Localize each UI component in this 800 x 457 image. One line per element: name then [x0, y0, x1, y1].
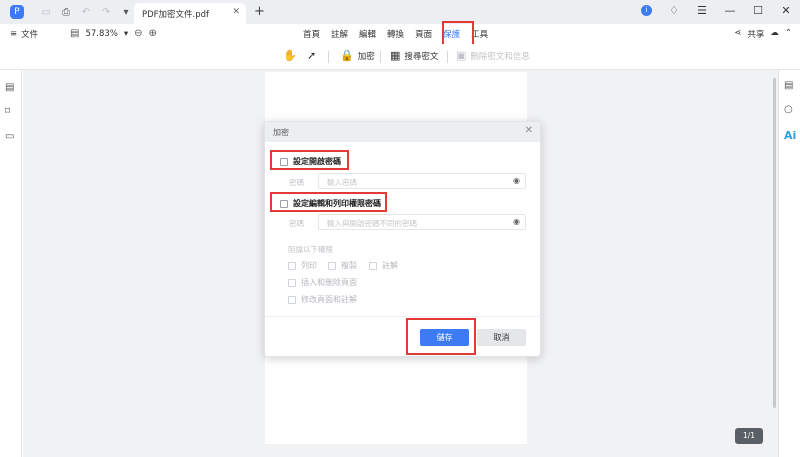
document-tab[interactable]: PDF加密文件.pdf ✕ — [134, 3, 246, 24]
window-controls: i ♢ ☰ — ☐ ✕ — [641, 4, 792, 17]
redact-label: 搜尋密文 — [404, 51, 439, 62]
print-permission-checkbox[interactable]: 列印 — [288, 260, 317, 271]
dialog-footer-divider — [265, 316, 542, 317]
checkbox-box[interactable] — [369, 261, 377, 270]
menu-icon[interactable]: ☰ — [696, 4, 708, 17]
remove-redaction-label: 刪除密文和信息 — [470, 51, 530, 62]
undo-icon[interactable]: ↶ — [80, 7, 92, 18]
minimize-icon[interactable]: — — [724, 4, 736, 17]
toolbar-divider — [380, 51, 381, 63]
open-password-highlight — [270, 150, 349, 170]
insert-delete-pages-checkbox[interactable]: 插入和刪除頁面 — [288, 277, 357, 288]
tab-annotate[interactable]: 註解 — [331, 28, 348, 40]
collapse-icon[interactable]: ⌃ — [785, 28, 792, 40]
annotate-permission-checkbox[interactable]: 註解 — [369, 260, 398, 271]
hand-tool[interactable]: ✋ — [283, 49, 297, 62]
zoom-value[interactable]: 57.83% — [85, 29, 117, 39]
ai-assistant-icon[interactable]: Ai — [784, 129, 796, 142]
checkbox-box[interactable] — [328, 261, 336, 270]
close-tab-icon[interactable]: ✕ — [232, 7, 240, 17]
share-icon[interactable]: ⋖ — [734, 28, 741, 40]
tab-page[interactable]: 頁面 — [415, 28, 432, 40]
redact-icon: ▦ — [390, 49, 401, 62]
tab-convert[interactable]: 轉換 — [387, 28, 404, 40]
hamburger-icon: ≡ — [10, 29, 18, 39]
cloud-icon[interactable]: ☁ — [770, 28, 779, 40]
zoom-in-icon[interactable]: ⊕ — [149, 28, 157, 39]
new-tab-button[interactable]: + — [254, 4, 265, 19]
quick-access-toolbar: ▭ ⎙ ↶ ↷ ▾ — [40, 7, 132, 18]
modify-pages-label: 修改頁面和註解 — [301, 295, 357, 304]
dialog-header: 加密 ✕ — [265, 122, 540, 142]
checkbox-box[interactable] — [288, 261, 296, 270]
zoom-dropdown-icon[interactable]: ▾ — [124, 29, 128, 39]
dialog-title: 加密 — [273, 128, 289, 137]
document-icon: ▣ — [456, 49, 467, 62]
account-icon[interactable]: i — [641, 5, 652, 16]
right-sidebar: ▤ ○ Ai — [778, 70, 800, 457]
permission-password-placeholder: 輸入與開啟密碼不同的密碼 — [327, 219, 417, 228]
open-password-placeholder: 輸入密碼 — [327, 178, 357, 187]
print-permission-label: 列印 — [301, 261, 317, 270]
insert-delete-pages-label: 插入和刪除頁面 — [301, 278, 357, 287]
copy-permission-checkbox[interactable]: 複製 — [328, 260, 357, 271]
encrypt-button[interactable]: 🔒 加密 — [340, 49, 375, 62]
open-password-input[interactable]: 輸入密碼 ◉ — [318, 173, 526, 189]
cancel-button[interactable]: 取消 — [477, 329, 526, 346]
hand-icon: ✋ — [283, 49, 297, 62]
eye-icon[interactable]: ◉ — [513, 176, 520, 185]
remove-redaction-button[interactable]: ▣ 刪除密文和信息 — [456, 49, 530, 62]
checkbox-box[interactable] — [288, 278, 296, 287]
comment-icon[interactable]: ▭ — [5, 131, 14, 142]
search-icon[interactable]: ○ — [784, 104, 793, 115]
protect-toolbar: ✋ ➚ 🔒 加密 ▦ 搜尋密文 ▣ 刪除密文和信息 — [0, 44, 800, 70]
annotate-permission-label: 註解 — [382, 261, 398, 270]
left-sidebar: ▤ ⌑ ▭ — [0, 70, 22, 457]
modify-pages-checkbox[interactable]: 修改頁面和註解 — [288, 294, 357, 305]
open-password-field-label: 密碼 — [289, 178, 304, 187]
permission-password-highlight — [270, 192, 387, 212]
eye-icon[interactable]: ◉ — [513, 217, 520, 226]
maximize-icon[interactable]: ☐ — [752, 4, 764, 17]
tab-home[interactable]: 首頁 — [303, 28, 320, 40]
notification-icon[interactable]: ♢ — [668, 4, 680, 17]
select-tool[interactable]: ➚ — [307, 49, 316, 62]
vertical-scrollbar[interactable] — [773, 78, 776, 408]
page-indicator: 1/1 — [735, 428, 763, 444]
encrypt-label: 加密 — [357, 51, 375, 62]
toolbar-divider — [447, 51, 448, 63]
new-document-icon[interactable]: ▭ — [40, 7, 52, 18]
share-controls: ⋖ 共享 ☁ ⌃ — [734, 28, 792, 40]
app-logo-icon[interactable]: P — [10, 5, 24, 19]
file-menu[interactable]: ≡ 文件 — [10, 28, 38, 40]
lock-icon: 🔒 — [340, 49, 354, 62]
save-button-highlight — [406, 318, 476, 355]
permissions-heading: 阻擋以下權限 — [288, 245, 333, 254]
permission-password-field-label: 密碼 — [289, 219, 304, 228]
thumbnail-icon[interactable]: ▤ — [5, 82, 14, 93]
permission-password-input[interactable]: 輸入與開啟密碼不同的密碼 ◉ — [318, 214, 526, 230]
title-bar: P ▭ ⎙ ↶ ↷ ▾ PDF加密文件.pdf ✕ + i ♢ ☰ — ☐ ✕ — [0, 0, 800, 24]
close-icon[interactable]: ✕ — [780, 4, 792, 17]
tab-edit[interactable]: 編輯 — [359, 28, 376, 40]
toolbar-divider — [328, 51, 329, 63]
menu-bar: ≡ 文件 ▤ 57.83% ▾ ⊖ ⊕ 首頁 註解 編輯 轉換 頁面 保護 工具… — [0, 24, 800, 44]
print-icon[interactable]: ⎙ — [60, 7, 72, 18]
page-fit-icon[interactable]: ▤ — [70, 28, 79, 39]
bookmark-icon[interactable]: ⌑ — [5, 106, 10, 117]
close-icon[interactable]: ✕ — [525, 125, 533, 136]
chevron-down-icon[interactable]: ▾ — [120, 7, 132, 18]
redo-icon[interactable]: ↷ — [100, 7, 112, 18]
cursor-icon: ➚ — [307, 49, 317, 62]
zoom-out-icon[interactable]: ⊖ — [134, 28, 142, 39]
share-label[interactable]: 共享 — [747, 28, 764, 40]
copy-permission-label: 複製 — [341, 261, 357, 270]
checkbox-box[interactable] — [288, 295, 296, 304]
zoom-controls: ▤ 57.83% ▾ ⊖ ⊕ — [70, 28, 157, 39]
document-tab-title: PDF加密文件.pdf — [142, 9, 210, 20]
properties-icon[interactable]: ▤ — [784, 80, 793, 91]
redact-button[interactable]: ▦ 搜尋密文 — [390, 49, 438, 62]
file-menu-label: 文件 — [21, 30, 39, 40]
